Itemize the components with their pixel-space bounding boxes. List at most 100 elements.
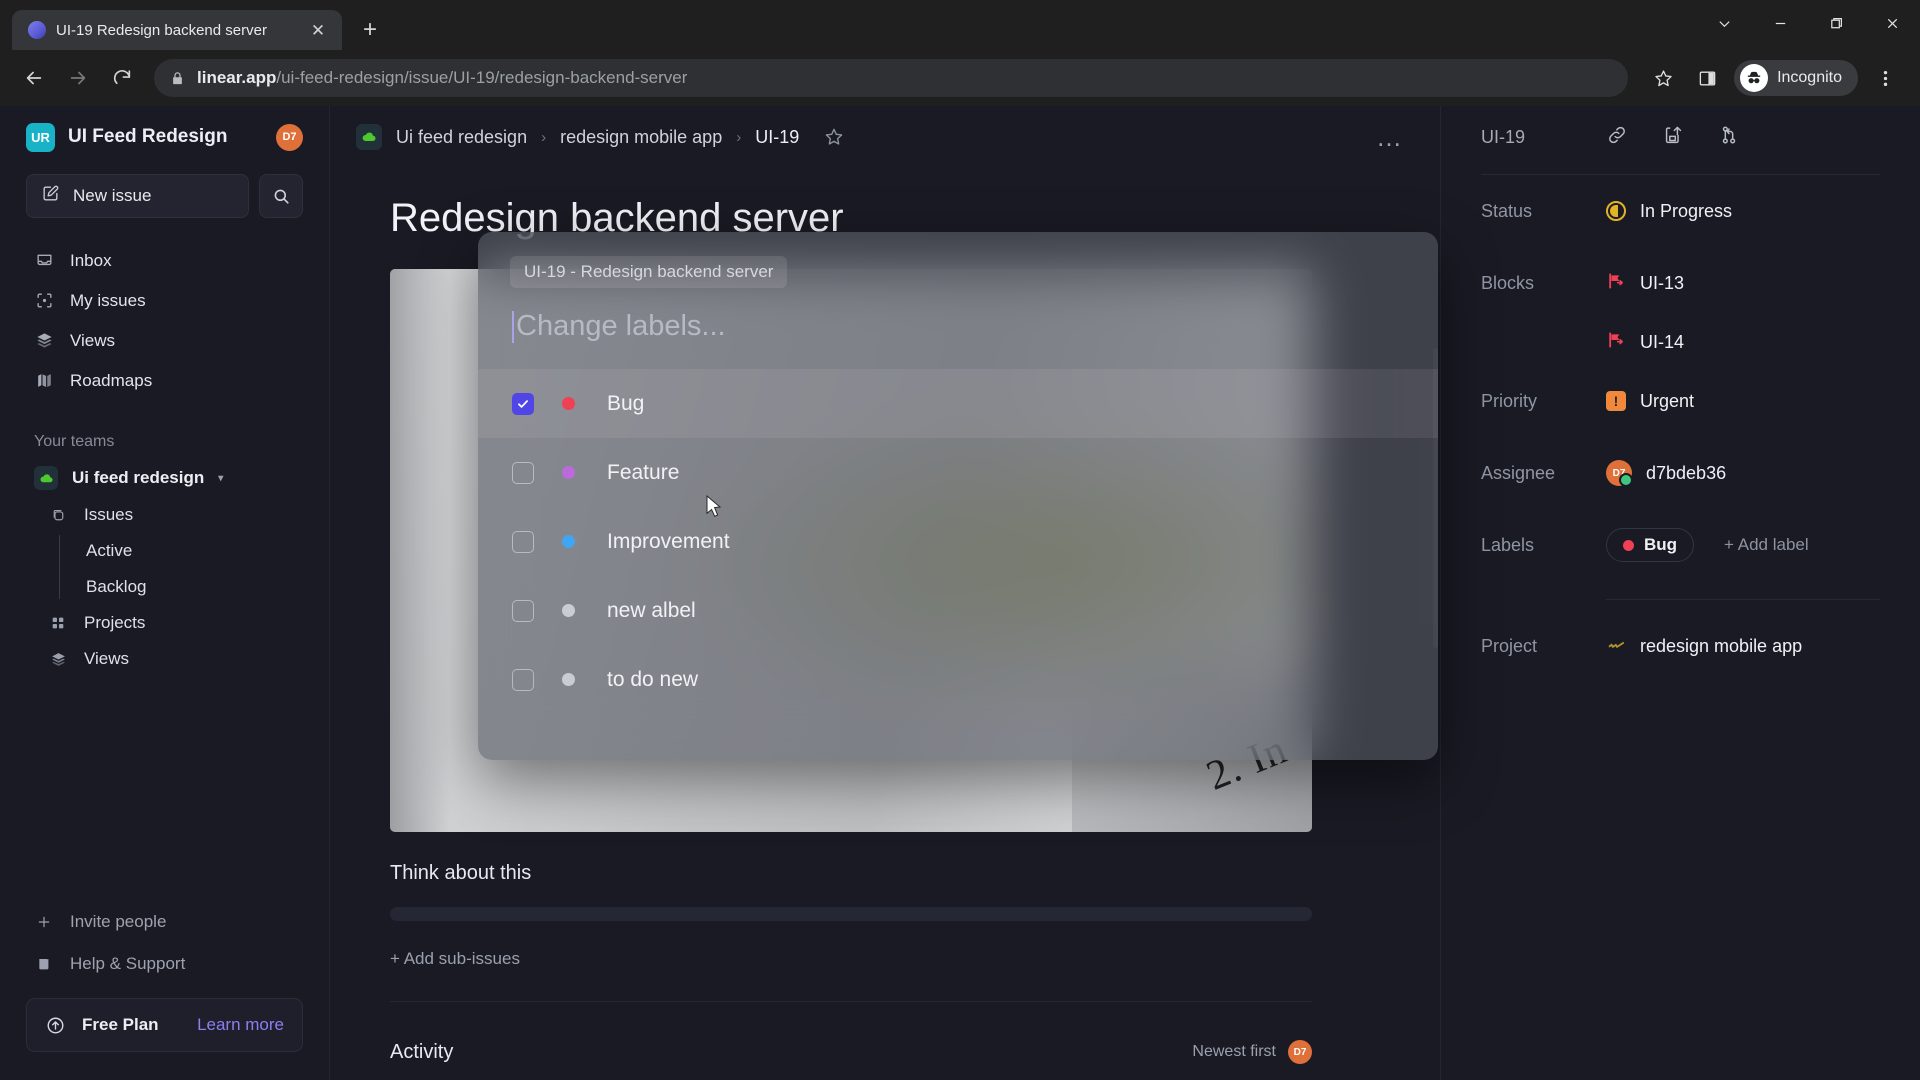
address-bar[interactable]: linear.app/ui-feed-redesign/issue/UI-19/… bbox=[154, 59, 1629, 97]
learn-more-link[interactable]: Learn more bbox=[197, 1015, 284, 1035]
property-project[interactable]: Project redesign mobile app bbox=[1481, 610, 1880, 682]
activity-filter-label: Newest first bbox=[1192, 1043, 1276, 1060]
browser-tab[interactable]: UI-19 Redesign backend server ✕ bbox=[12, 10, 342, 50]
property-priority[interactable]: Priority ! Urgent bbox=[1481, 365, 1880, 437]
issue-header: Ui feed redesign › redesign mobile app ›… bbox=[330, 106, 1440, 168]
modal-context-chip: UI-19 - Redesign backend server bbox=[510, 256, 788, 288]
workspace-switcher[interactable]: UR UI Feed Redesign D7 bbox=[26, 106, 303, 168]
url-text: linear.app/ui-feed-redesign/issue/UI-19/… bbox=[197, 68, 687, 88]
property-assignee[interactable]: Assignee D7 d7bdeb36 bbox=[1481, 437, 1880, 509]
project-icon bbox=[1606, 634, 1626, 659]
label-chip-text: Bug bbox=[1644, 535, 1678, 554]
reload-icon[interactable] bbox=[102, 58, 142, 98]
kebab-menu-icon[interactable] bbox=[1864, 58, 1906, 98]
sidebar-item-inbox[interactable]: Inbox bbox=[26, 242, 303, 279]
copy-clipboard-icon[interactable] bbox=[1662, 124, 1684, 151]
property-status[interactable]: Status In Progress bbox=[1481, 175, 1880, 247]
property-label: Labels bbox=[1481, 534, 1535, 555]
sidebar-footer-label: Invite people bbox=[70, 912, 167, 931]
urgent-priority-icon: ! bbox=[1606, 391, 1626, 411]
help-support-button[interactable]: Help & Support bbox=[26, 944, 303, 984]
sidebar-item-label: Issues bbox=[84, 505, 134, 524]
property-value: D7 d7bdeb36 bbox=[1606, 460, 1726, 487]
add-label-button[interactable]: + Add label bbox=[1724, 535, 1809, 555]
label-option-improvement[interactable]: Improvement bbox=[478, 507, 1438, 576]
maximize-icon[interactable] bbox=[1808, 0, 1864, 46]
invite-people-button[interactable]: Invite people bbox=[26, 902, 303, 942]
bookmark-star-icon[interactable] bbox=[1642, 58, 1684, 98]
breadcrumb-issue[interactable]: UI-19 bbox=[755, 127, 799, 148]
label-chip-bug[interactable]: Bug bbox=[1606, 528, 1695, 562]
incognito-profile-button[interactable]: Incognito bbox=[1734, 60, 1858, 96]
copy-link-icon[interactable] bbox=[1606, 124, 1628, 151]
chevron-down-icon[interactable]: ▾ bbox=[218, 473, 223, 484]
sidebar-item-label: Roadmaps bbox=[70, 370, 153, 390]
incognito-avatar-icon bbox=[1740, 64, 1769, 92]
back-arrow-icon[interactable] bbox=[14, 58, 54, 98]
sidebar-item-issues[interactable]: Issues bbox=[26, 497, 303, 533]
issues-icon bbox=[50, 507, 69, 524]
checkbox-icon[interactable] bbox=[512, 461, 534, 484]
label-color-dot bbox=[562, 673, 575, 686]
plan-name: Free Plan bbox=[82, 1015, 159, 1034]
new-tab-button[interactable]: + bbox=[350, 10, 390, 50]
close-window-icon[interactable] bbox=[1864, 0, 1920, 46]
browser-toolbar: linear.app/ui-feed-redesign/issue/UI-19/… bbox=[0, 50, 1920, 106]
sidebar-issue-leaves: Active Backlog bbox=[26, 533, 303, 605]
new-issue-button[interactable]: New issue bbox=[26, 174, 249, 218]
views-icon bbox=[34, 331, 54, 350]
priority-badge: Urgent bbox=[1640, 390, 1695, 411]
sidebar-item-backlog[interactable]: Backlog bbox=[26, 569, 303, 605]
plan-card[interactable]: Free Plan Learn more bbox=[26, 998, 303, 1052]
more-options-icon[interactable]: … bbox=[1376, 123, 1404, 150]
favorite-star-icon[interactable] bbox=[823, 126, 845, 148]
avatar[interactable]: D7 bbox=[276, 123, 303, 151]
sidebar-team-row[interactable]: Ui feed redesign ▾ bbox=[26, 459, 303, 497]
project-name[interactable]: redesign mobile app bbox=[1640, 636, 1802, 657]
property-labels[interactable]: Labels Bug + Add label bbox=[1481, 509, 1880, 581]
sidebar: UR UI Feed Redesign D7 New issue Inbox M… bbox=[0, 106, 330, 1080]
sidebar-item-active[interactable]: Active bbox=[26, 533, 303, 569]
label-option-to-do-new[interactable]: to do new bbox=[478, 645, 1438, 714]
chevron-down-icon[interactable] bbox=[1696, 0, 1752, 46]
minimize-icon[interactable] bbox=[1752, 0, 1808, 46]
checkbox-icon[interactable] bbox=[512, 530, 534, 553]
checkbox-icon[interactable] bbox=[512, 668, 534, 691]
property-blocks[interactable]: Blocks UI-13 bbox=[1481, 247, 1880, 319]
sidebar-item-label: Projects bbox=[84, 613, 146, 632]
blocks-issue-link[interactable]: UI-14 bbox=[1640, 332, 1684, 353]
side-panel-icon[interactable] bbox=[1686, 58, 1728, 98]
label-option-new-albel[interactable]: new albel bbox=[478, 576, 1438, 645]
breadcrumb-team[interactable]: Ui feed redesign bbox=[396, 127, 527, 148]
forward-arrow-icon[interactable] bbox=[58, 58, 98, 98]
sidebar-item-my-issues[interactable]: My issues bbox=[26, 282, 303, 319]
search-button[interactable] bbox=[259, 174, 303, 218]
activity-section: Activity Newest first D7 bbox=[390, 1040, 1312, 1064]
tabstrip: UI-19 Redesign backend server ✕ + bbox=[0, 0, 390, 50]
breadcrumb-project[interactable]: redesign mobile app bbox=[560, 127, 722, 148]
branch-icon[interactable] bbox=[1718, 124, 1740, 151]
change-labels-modal[interactable]: UI-19 - Redesign backend server Change l… bbox=[478, 232, 1438, 760]
checkbox-icon[interactable] bbox=[512, 599, 534, 622]
label-option-bug[interactable]: Bug bbox=[478, 369, 1438, 438]
property-label: Assignee bbox=[1481, 462, 1556, 483]
label-option-feature[interactable]: Feature bbox=[478, 438, 1438, 507]
sidebar-item-views[interactable]: Views bbox=[26, 322, 303, 359]
label-option-text: Bug bbox=[607, 391, 645, 415]
label-options-list: Bug Feature Improvement new albel to do … bbox=[478, 369, 1438, 714]
blocks-issue-link[interactable]: UI-13 bbox=[1640, 273, 1684, 294]
workspace-name: UI Feed Redesign bbox=[68, 126, 228, 147]
property-blocks-second[interactable]: UI-14 bbox=[1481, 319, 1880, 365]
sidebar-item-projects[interactable]: Projects bbox=[26, 605, 303, 641]
close-icon[interactable]: ✕ bbox=[306, 18, 330, 42]
change-labels-input[interactable]: Change labels... bbox=[478, 288, 1438, 343]
sidebar-item-team-views[interactable]: Views bbox=[26, 641, 303, 677]
sidebar-item-roadmaps[interactable]: Roadmaps bbox=[26, 362, 303, 399]
modal-context-row: UI-19 - Redesign backend server bbox=[478, 232, 1438, 288]
activity-heading: Activity bbox=[390, 1040, 454, 1063]
add-sub-issues-button[interactable]: + Add sub-issues bbox=[390, 949, 1380, 969]
properties-actions bbox=[1606, 124, 1740, 151]
activity-controls[interactable]: Newest first D7 bbox=[1192, 1040, 1312, 1064]
incognito-label: Incognito bbox=[1777, 69, 1842, 86]
checkbox-checked-icon[interactable] bbox=[512, 392, 534, 415]
